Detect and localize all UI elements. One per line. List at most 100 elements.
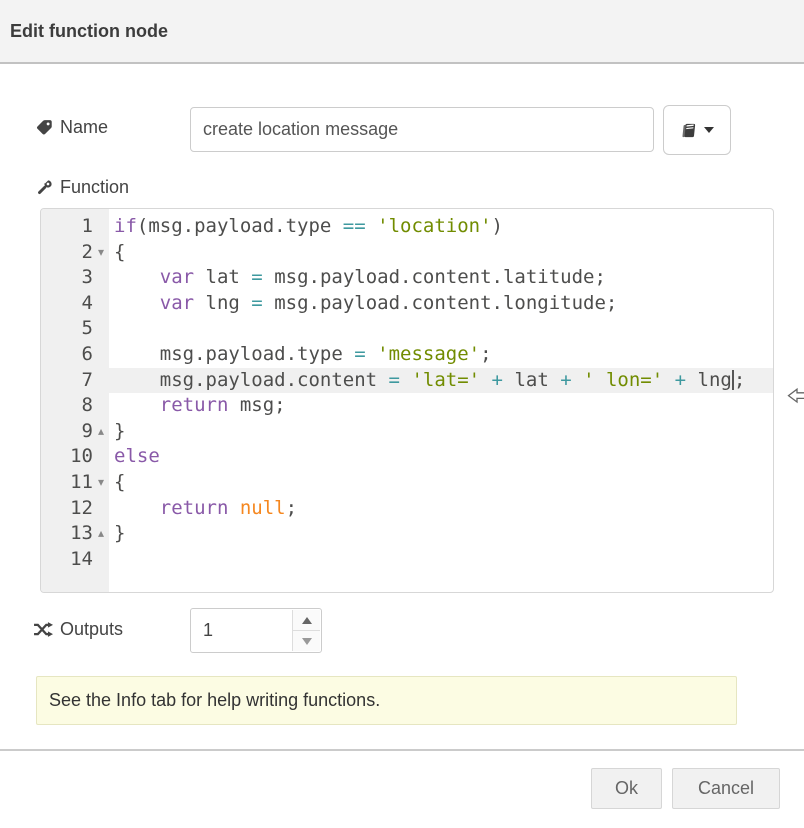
code-token: msg.payload.content.latitude; (263, 266, 606, 288)
wrench-icon (36, 179, 53, 196)
code-token: if (114, 215, 137, 237)
code-token (400, 369, 411, 391)
line-number: 14 (70, 547, 93, 573)
line-number: 3 (82, 265, 93, 291)
line-number: 5 (82, 316, 93, 342)
edit-function-dialog: Edit function node Name Function (0, 0, 804, 828)
line-number: 12 (70, 496, 93, 522)
library-button[interactable] (663, 105, 731, 155)
code-line-6[interactable]: msg.payload.type = 'message'; (109, 342, 773, 368)
code-line-8[interactable]: return msg; (109, 393, 773, 419)
line-number: 7 (82, 368, 93, 394)
code-token (114, 266, 160, 288)
code-token: ) (492, 215, 503, 237)
code-token: lat (194, 266, 251, 288)
gutter-cell: 14 (41, 547, 109, 573)
code-token: = (354, 343, 365, 365)
code-token (114, 497, 160, 519)
code-token: } (114, 522, 125, 544)
spinner-up-button[interactable] (293, 610, 320, 631)
line-number: 9 (82, 419, 93, 445)
gutter-cell: 4 (41, 291, 109, 317)
code-line-4[interactable]: var lng = msg.payload.content.longitude; (109, 291, 773, 317)
outputs-input[interactable] (191, 609, 301, 652)
gutter-cell: 6 (41, 342, 109, 368)
line-number: 8 (82, 393, 93, 419)
book-icon (681, 122, 698, 139)
code-token: ; (286, 497, 297, 519)
code-token: 'message' (377, 343, 480, 365)
gutter-cell: 7 (41, 368, 109, 394)
function-field-label: Function (36, 177, 129, 198)
code-token: + (560, 369, 571, 391)
outputs-spinner (190, 608, 322, 653)
code-token: + (675, 369, 686, 391)
line-number: 4 (82, 291, 93, 317)
code-line-14[interactable] (109, 547, 773, 573)
code-line-10[interactable]: else (109, 444, 773, 470)
chevron-down-icon (704, 127, 714, 133)
spinner-down-button[interactable] (293, 631, 320, 651)
code-token (366, 215, 377, 237)
cancel-button[interactable]: Cancel (672, 768, 780, 809)
name-input[interactable] (190, 107, 654, 152)
code-token: = (251, 266, 262, 288)
line-number: 1 (82, 214, 93, 240)
info-tip: See the Info tab for help writing functi… (36, 676, 737, 725)
code-token: == (343, 215, 366, 237)
code-line-7[interactable]: msg.payload.content = 'lat=' + lat + ' l… (109, 368, 773, 394)
arrow-down-icon (302, 638, 312, 645)
code-token: lng (194, 292, 251, 314)
dialog-title: Edit function node (10, 21, 168, 42)
line-number: 2 (82, 240, 93, 266)
code-token (663, 369, 674, 391)
gutter-cell: 10 (41, 444, 109, 470)
editor-gutter: 12▾3456789▴1011▾1213▴14 (41, 209, 109, 592)
code-area[interactable]: if(msg.payload.type == 'location'){ var … (109, 209, 773, 592)
gutter-cell: 5 (41, 316, 109, 342)
outputs-field-label-text: Outputs (60, 619, 123, 640)
spinner-buttons (292, 610, 320, 651)
code-line-5[interactable] (109, 316, 773, 342)
code-token: = (251, 292, 262, 314)
gutter-cell: 12 (41, 496, 109, 522)
code-token: + (492, 369, 503, 391)
line-number: 6 (82, 342, 93, 368)
code-line-9[interactable]: } (109, 419, 773, 445)
code-token (114, 394, 160, 416)
code-token (228, 497, 239, 519)
code-token: } (114, 420, 125, 442)
code-token: ' lon=' (583, 369, 663, 391)
ok-button[interactable]: Ok (591, 768, 662, 809)
code-line-13[interactable]: } (109, 521, 773, 547)
fold-down-icon[interactable]: ▾ (93, 470, 109, 496)
name-field-label: Name (36, 117, 108, 138)
code-line-3[interactable]: var lat = msg.payload.content.latitude; (109, 265, 773, 291)
shuffle-icon (33, 622, 53, 637)
code-token (572, 369, 583, 391)
function-field-label-text: Function (60, 177, 129, 198)
code-line-2[interactable]: { (109, 240, 773, 266)
fold-down-icon[interactable]: ▾ (93, 240, 109, 266)
gutter-cell: 8 (41, 393, 109, 419)
code-token: { (114, 241, 125, 263)
code-token: var (160, 292, 194, 314)
gutter-cell: 9▴ (41, 419, 109, 445)
code-token: (msg.payload.type (137, 215, 343, 237)
code-token: 'location' (377, 215, 491, 237)
code-token: else (114, 445, 160, 467)
code-token: { (114, 471, 125, 493)
function-code-editor[interactable]: 12▾3456789▴1011▾1213▴14 if(msg.payload.t… (40, 208, 774, 593)
code-token: msg; (228, 394, 285, 416)
fold-up-icon[interactable]: ▴ (93, 419, 109, 445)
outputs-field-label: Outputs (33, 619, 123, 640)
code-token: msg.payload.type (114, 343, 354, 365)
gutter-cell: 1 (41, 214, 109, 240)
code-line-12[interactable]: return null; (109, 496, 773, 522)
code-line-1[interactable]: if(msg.payload.type == 'location') (109, 214, 773, 240)
code-line-11[interactable]: { (109, 470, 773, 496)
mouse-cursor-icon (787, 387, 804, 405)
gutter-cell: 2▾ (41, 240, 109, 266)
fold-up-icon[interactable]: ▴ (93, 521, 109, 547)
code-token: = (389, 369, 400, 391)
